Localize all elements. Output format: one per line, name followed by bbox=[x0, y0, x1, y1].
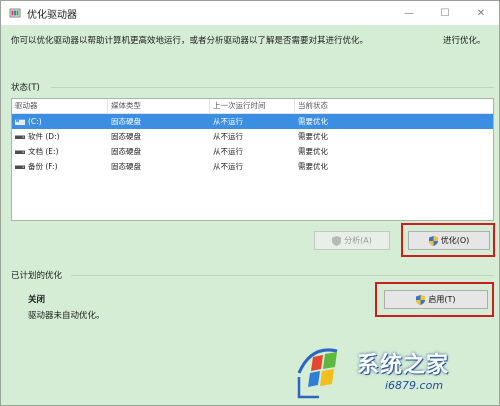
column-header-status[interactable]: 当前状态 bbox=[295, 99, 375, 113]
current-status: 需要优化 bbox=[298, 117, 328, 126]
uac-shield-icon bbox=[332, 235, 342, 246]
optimize-drives-window: 优化驱动器 — ☐ ✕ 你可以优化驱动器以帮助计算机更高效地运行，或者分析驱动器… bbox=[0, 0, 500, 406]
scheduled-optimization-label: 已计划的优化 bbox=[11, 271, 63, 281]
column-header-last-run[interactable]: 上一次运行时间 bbox=[210, 99, 295, 113]
media-type: 固态硬盘 bbox=[111, 162, 141, 171]
current-status: 需要优化 bbox=[298, 132, 328, 141]
analyze-button[interactable]: 分析(A) bbox=[314, 231, 390, 250]
drive-icon bbox=[15, 135, 25, 139]
title-bar[interactable]: 优化驱动器 — ☐ ✕ bbox=[1, 1, 499, 25]
drive-icon bbox=[15, 165, 25, 169]
maximize-button[interactable]: ☐ bbox=[427, 1, 463, 25]
scheduled-divider bbox=[71, 275, 494, 276]
analyze-button-label: 分析(A) bbox=[344, 236, 372, 245]
drive-row-d[interactable]: 软件 (D:) 固态硬盘 从不运行 需要优化 bbox=[12, 129, 493, 144]
watermark: 系统之家 i6879.com bbox=[293, 341, 493, 401]
optimize-highlight-box bbox=[401, 223, 495, 257]
column-header-drive[interactable]: 驱动器 bbox=[12, 99, 108, 113]
status-label: 状态(T) bbox=[11, 83, 40, 93]
close-button[interactable]: ✕ bbox=[463, 1, 499, 25]
drive-name: 备份 (F:) bbox=[28, 162, 58, 171]
windows-drive-icon bbox=[15, 118, 25, 125]
media-type: 固态硬盘 bbox=[111, 132, 141, 141]
last-run: 从不运行 bbox=[213, 147, 243, 156]
windows-logo-icon bbox=[297, 348, 338, 399]
schedule-state: 关闭 bbox=[28, 295, 46, 305]
status-divider bbox=[51, 87, 494, 88]
last-run: 从不运行 bbox=[213, 117, 243, 126]
last-run: 从不运行 bbox=[213, 162, 243, 171]
drive-list-header: 驱动器 媒体类型 上一次运行时间 当前状态 bbox=[12, 99, 493, 114]
watermark-title: 系统之家 bbox=[357, 353, 450, 378]
drive-row-e[interactable]: 文档 (E:) 固态硬盘 从不运行 需要优化 bbox=[12, 144, 493, 159]
minimize-button[interactable]: — bbox=[391, 1, 427, 25]
drive-name: 软件 (D:) bbox=[28, 132, 60, 141]
schedule-note: 驱动器未自动优化。 bbox=[28, 311, 105, 321]
current-status: 需要优化 bbox=[298, 147, 328, 156]
drive-icon bbox=[15, 150, 25, 154]
watermark-url: i6879.com bbox=[385, 379, 444, 392]
drive-name: 文档 (E:) bbox=[28, 147, 59, 156]
enable-highlight-box bbox=[375, 282, 494, 317]
drive-name: (C:) bbox=[28, 117, 42, 126]
last-run: 从不运行 bbox=[213, 132, 243, 141]
drive-row-c[interactable]: (C:) 固态硬盘 从不运行 需要优化 bbox=[12, 114, 493, 129]
current-status: 需要优化 bbox=[298, 162, 328, 171]
description-text: 你可以优化驱动器以帮助计算机更高效地运行，或者分析驱动器以了解是否需要对其进行优… bbox=[11, 36, 369, 46]
drive-row-f[interactable]: 备份 (F:) 固态硬盘 从不运行 需要优化 bbox=[12, 159, 493, 174]
defrag-app-icon bbox=[9, 8, 21, 18]
media-type: 固态硬盘 bbox=[111, 117, 141, 126]
window-controls: — ☐ ✕ bbox=[391, 1, 499, 25]
drive-list[interactable]: 驱动器 媒体类型 上一次运行时间 当前状态 (C:) 固态硬盘 从不运行 需要优… bbox=[11, 98, 494, 221]
media-type: 固态硬盘 bbox=[111, 147, 141, 156]
description-tail-text: 进行优化。 bbox=[443, 36, 486, 46]
window-title: 优化驱动器 bbox=[27, 9, 77, 21]
column-header-media-type[interactable]: 媒体类型 bbox=[108, 99, 210, 113]
